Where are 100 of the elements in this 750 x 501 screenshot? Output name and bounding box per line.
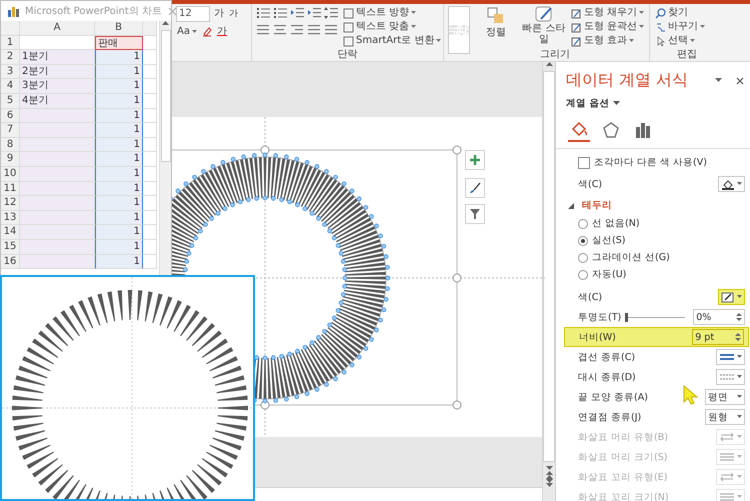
paragraph-command[interactable]: SmartArt로 변환 [342, 34, 442, 48]
dropdown[interactable]: 원형 [705, 409, 746, 425]
group-label: 단락 [336, 48, 358, 61]
table-cell [143, 225, 157, 240]
replace-icon [655, 22, 666, 32]
dropdown[interactable]: 평면 [705, 389, 746, 405]
row-header[interactable]: 16 [1, 254, 20, 270]
section-dropdown[interactable]: 계열 옵션 [566, 97, 610, 110]
table-cell: 1 [95, 108, 143, 124]
transparency-field[interactable]: 0% [693, 309, 746, 325]
line-weights-icon [719, 452, 736, 462]
line-weights-icon [719, 492, 736, 501]
editing-command[interactable]: 바꾸기 [654, 20, 706, 34]
editing-command[interactable]: 선택 [654, 34, 706, 48]
paragraph-command[interactable]: 텍스트 맞춤 [342, 20, 442, 34]
font-color-button[interactable]: 가 [216, 25, 228, 39]
property-label: 화살표 꼬리 유형(E) [578, 470, 668, 484]
pentagon-icon [602, 121, 620, 139]
font-size-field[interactable]: 12 [176, 6, 210, 22]
fill-color-label: 색(C) [578, 178, 602, 190]
column-header[interactable]: A [20, 21, 95, 36]
chart-icon [7, 6, 19, 16]
table-cell: 4분기 [20, 94, 95, 109]
spin-arrows-icon [736, 312, 742, 322]
dashed-lines-icon [719, 372, 736, 382]
scrollbar-thumb[interactable] [160, 30, 170, 162]
slider-thumb[interactable] [625, 312, 628, 322]
outline-color-button[interactable] [718, 289, 746, 305]
pencil-icon [721, 292, 736, 302]
radio-label: 실선(S) [592, 234, 626, 247]
expand-triangle-icon[interactable] [568, 202, 574, 208]
horizontal-scrollbar[interactable] [255, 487, 542, 501]
clear-format-icon [200, 26, 213, 38]
row-header[interactable]: 3 [1, 64, 20, 80]
quick-styles-button[interactable]: 빠른 스타일 [522, 6, 566, 48]
property-label: 너비(W) [579, 330, 616, 344]
numbered-list-icon [273, 6, 287, 20]
caret-icon [737, 475, 742, 479]
table-cell [143, 79, 157, 94]
table-cell [143, 94, 157, 109]
row-header[interactable]: 15 [1, 240, 20, 254]
row-header[interactable]: 7 [1, 123, 20, 138]
row-header[interactable]: 9 [1, 152, 20, 167]
row-header[interactable]: 1 [1, 36, 20, 50]
row-header[interactable]: 14 [1, 225, 20, 240]
row-header[interactable]: 2 [1, 50, 20, 65]
row-header[interactable]: 4 [1, 79, 20, 94]
bar-chart-icon [634, 121, 652, 139]
table-cell: 1 [95, 240, 143, 254]
shape-format-command[interactable]: 도형 윤곽선 [570, 20, 645, 34]
row-header[interactable]: 5 [1, 94, 20, 109]
row-header[interactable]: 13 [1, 210, 20, 226]
caret-icon [737, 375, 742, 379]
paragraph-command[interactable]: 텍스트 방향 [342, 6, 442, 20]
column-header[interactable]: B [95, 21, 143, 36]
dash-type-button[interactable] [716, 369, 746, 385]
table-cell [143, 182, 157, 196]
shape-format-command[interactable]: 도형 채우기 [570, 6, 645, 20]
table-cell [143, 152, 157, 167]
row-header[interactable]: 12 [1, 196, 20, 211]
row-header[interactable]: 11 [1, 182, 20, 196]
row-header[interactable]: 6 [1, 108, 20, 124]
radio-button[interactable] [578, 270, 588, 280]
property-label: 투명도(T) [578, 310, 622, 324]
radio-button[interactable] [578, 236, 588, 246]
add-element-button[interactable] [465, 150, 485, 170]
grow-font-button[interactable]: 가 [213, 7, 225, 21]
spin-arrows-icon [735, 332, 742, 342]
scrollbar-thumb[interactable] [543, 71, 555, 462]
editing-command[interactable]: 찾기 [654, 6, 706, 20]
table-cell: 1 [95, 166, 143, 182]
checkbox[interactable] [578, 156, 590, 168]
row-header[interactable]: 10 [1, 166, 20, 182]
justify-icon [307, 23, 321, 37]
change-case-button[interactable]: Aa [176, 25, 198, 39]
shrink-font-button[interactable]: 가 [228, 7, 239, 21]
align-left-icon [256, 23, 270, 37]
table-cell: 1 [95, 254, 143, 270]
table-cell: 1 [95, 152, 143, 167]
caret-icon [639, 11, 644, 15]
chart-styles-button[interactable] [465, 178, 485, 198]
compound-type-button[interactable] [716, 349, 746, 365]
align-center-icon [273, 23, 287, 37]
table-cell [143, 210, 157, 226]
caret-icon [737, 395, 742, 399]
arrange-button[interactable]: 정렬 [474, 6, 518, 48]
close-icon [168, 6, 177, 16]
radio-button[interactable] [578, 252, 588, 262]
row-header[interactable]: 8 [1, 138, 20, 152]
radio-label: 선 없음(N) [592, 217, 640, 230]
shape-format-command[interactable]: 도형 효과 [570, 34, 645, 48]
table-cell: 1 [95, 210, 143, 226]
table-cell [143, 64, 157, 80]
property-label: 화살표 머리 유형(B) [578, 430, 668, 444]
filter-button[interactable] [465, 204, 485, 224]
width-field[interactable]: 9 pt [692, 329, 744, 345]
section-heading[interactable]: 테두리 [578, 199, 612, 212]
fill-color-button[interactable] [718, 176, 746, 192]
radio-button[interactable] [578, 218, 588, 228]
caret-icon [629, 39, 634, 43]
